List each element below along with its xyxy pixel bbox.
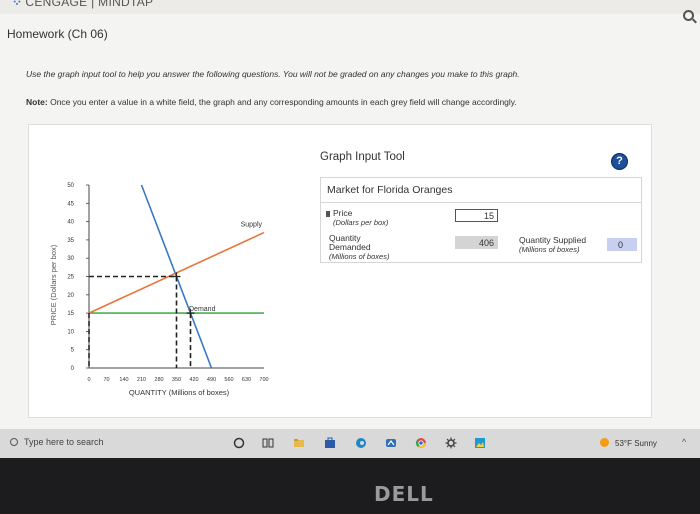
sun-icon: [600, 438, 609, 447]
edge-icon[interactable]: [355, 437, 367, 449]
chrome-icon[interactable]: [415, 437, 427, 449]
help-button[interactable]: ?: [611, 153, 628, 170]
qd-label-line2: Demanded: [329, 242, 371, 252]
weather-text: 53°F Sunny: [615, 439, 657, 448]
y-tick-label: 40: [67, 220, 74, 226]
note-body: Once you enter a value in a white field,…: [47, 97, 517, 107]
x-tick-label: 630: [242, 377, 251, 383]
search-icon: [10, 438, 18, 446]
x-axis-label: QUANTITY (Millions of boxes): [129, 388, 230, 397]
page-title: Homework (Ch 06): [7, 27, 108, 41]
market-title: Market for Florida Oranges: [327, 184, 453, 196]
divider: [321, 202, 641, 203]
brand-logo: ⁘ CENGAGE | MINDTAP: [12, 0, 154, 9]
y-tick-label: 20: [67, 293, 74, 299]
y-tick-label: 30: [67, 256, 74, 262]
mail-icon[interactable]: [385, 437, 397, 449]
y-tick-label: 5: [71, 348, 75, 354]
x-tick-label: 560: [224, 377, 233, 383]
quantity-supplied-label: Quantity Supplied (Millions of boxes): [519, 235, 587, 255]
demand-label: Demand: [189, 306, 216, 313]
x-tick-label: 210: [137, 377, 146, 383]
note-label: Note:: [26, 97, 48, 107]
graph-input-tool: Market for Florida Oranges Price (Dollar…: [320, 177, 642, 263]
y-tick-label: 15: [67, 311, 74, 317]
x-tick-label: 490: [207, 377, 216, 383]
x-tick-label: 700: [259, 377, 268, 383]
supply-demand-graph[interactable]: PRICE (Dollars per box) QUANTITY (Millio…: [29, 125, 319, 419]
quantity-supplied-value: 0: [607, 238, 637, 251]
y-tick-label: 10: [67, 329, 74, 335]
x-tick-label: 420: [189, 377, 198, 383]
taskbar-search-placeholder: Type here to search: [24, 437, 104, 447]
qs-label-text: Quantity Supplied: [519, 235, 587, 245]
weather-widget[interactable]: 53°F Sunny: [600, 438, 657, 448]
x-tick-label: 70: [103, 377, 109, 383]
y-tick-label: 45: [67, 201, 74, 207]
search-icon[interactable]: [683, 10, 694, 21]
file-explorer-icon[interactable]: [293, 437, 305, 449]
graph-card: PRICE (Dollars per box) QUANTITY (Millio…: [28, 124, 652, 418]
note-text: Note: Once you enter a value in a white …: [26, 97, 517, 107]
price-unit: (Dollars per box): [333, 218, 389, 227]
screen: ⁘ CENGAGE | MINDTAP Homework (Ch 06) Use …: [0, 0, 700, 458]
x-tick-label: 0: [87, 377, 90, 383]
y-tick-label: 25: [67, 275, 74, 281]
quantity-demanded-label: Quantity Demanded (Millions of boxes): [329, 234, 390, 262]
cortana-icon[interactable]: [233, 437, 245, 449]
instruction-text: Use the graph input tool to help you ans…: [26, 69, 520, 79]
y-axis-label: PRICE (Dollars per box): [49, 244, 58, 325]
price-input[interactable]: 15: [455, 209, 498, 222]
photos-icon[interactable]: [474, 437, 486, 449]
price-label-text: Price: [333, 208, 353, 218]
chevron-up-icon[interactable]: ^: [682, 437, 686, 447]
brand-bar: ⁘ CENGAGE | MINDTAP: [0, 0, 700, 14]
y-tick-label: 50: [67, 183, 74, 189]
qs-unit: (Millions of boxes): [519, 245, 580, 254]
task-view-icon[interactable]: [262, 437, 274, 449]
monitor-logo: DELL: [374, 482, 434, 506]
qd-unit: (Millions of boxes): [329, 252, 390, 261]
y-tick-label: 35: [67, 238, 74, 244]
taskbar-search[interactable]: Type here to search: [10, 437, 104, 447]
store-icon[interactable]: [324, 437, 336, 449]
price-label: Price (Dollars per box): [333, 208, 389, 228]
quantity-demanded-value: 406: [455, 236, 498, 249]
supply-label: Supply: [241, 222, 263, 229]
x-tick-label: 280: [154, 377, 163, 383]
x-tick-label: 140: [119, 377, 128, 383]
x-tick-label: 350: [172, 377, 181, 383]
y-tick-label: 0: [71, 366, 75, 372]
graph-tool-title: Graph Input Tool: [320, 151, 405, 163]
settings-gear-icon[interactable]: [445, 437, 457, 449]
taskbar: Type here to search 53°F Sunny ^: [0, 429, 700, 458]
price-marker-icon: [326, 211, 330, 217]
